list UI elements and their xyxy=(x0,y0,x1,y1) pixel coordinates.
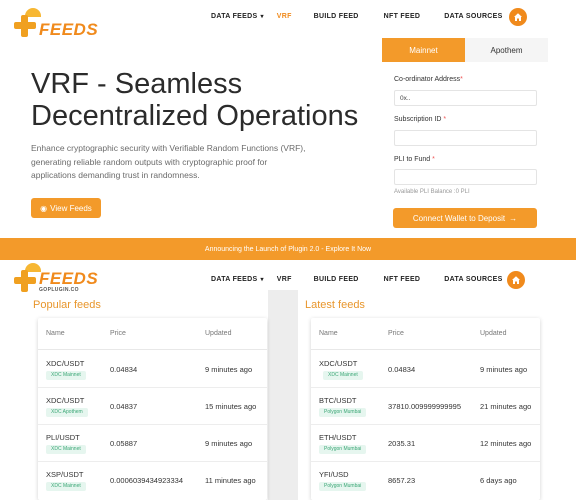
arrow-right-icon: → xyxy=(509,213,518,223)
home-button[interactable] xyxy=(507,271,525,289)
main-nav: DATA FEEDS ▾ VRF BUILD FEED NFT FEED DATA… xyxy=(211,13,503,20)
coordinator-address-input[interactable]: 0x.. xyxy=(394,90,537,106)
latest-feeds-table: Name Price Updated XDC/USDT XDC Mainnet … xyxy=(311,318,540,500)
tab-mainnet[interactable]: Mainnet xyxy=(382,38,465,62)
network-badge: XDC Mainnet xyxy=(323,371,363,380)
home-icon xyxy=(514,13,522,21)
table-row[interactable]: XSP/USDT XDC Mainnet 0.0006039434923334 … xyxy=(38,462,267,499)
network-badge: Polygon Mumbai xyxy=(319,408,367,417)
feed-pair: YFI/USD xyxy=(319,470,349,479)
announcement-banner[interactable]: Announcing the Launch of Plugin 2.0 - Ex… xyxy=(0,238,576,260)
logo-bottom[interactable]: FEEDS GOPLUGIN.CO xyxy=(12,263,99,293)
logo-mark-icon xyxy=(12,263,41,293)
feed-updated: 15 minutes ago xyxy=(205,402,257,411)
nav-item-nft-feed[interactable]: NFT FEED xyxy=(384,276,421,283)
vrf-form-card: Mainnet Apothem Co-ordinator Address* 0x… xyxy=(382,38,548,234)
nav-item-data-sources[interactable]: DATA SOURCES xyxy=(444,276,502,283)
column-header-name: Name xyxy=(46,330,65,337)
latest-feeds-title: Latest feeds xyxy=(305,299,365,311)
column-header-updated: Updated xyxy=(205,330,232,337)
feed-pair: PLI/USDT xyxy=(46,433,80,442)
home-icon xyxy=(512,276,520,284)
view-feeds-button[interactable]: ◉ View Feeds xyxy=(31,198,101,218)
popular-feeds-table: Name Price Updated XDC/USDT XDC Mainnet … xyxy=(38,318,267,500)
feed-price: 8657.23 xyxy=(388,476,416,485)
network-badge: XDC Apothem xyxy=(46,408,88,417)
logo-text: FEEDS xyxy=(39,20,99,39)
subscription-label: Subscription ID * xyxy=(394,116,447,123)
logo[interactable]: FEEDS xyxy=(12,8,99,39)
page-title: VRF - Seamless Decentralized Operations xyxy=(31,68,359,132)
feed-pair: XSP/USDT xyxy=(46,470,84,479)
nav-item-data-sources[interactable]: DATA SOURCES xyxy=(444,13,502,20)
feed-price: 37810.009999999995 xyxy=(388,402,461,411)
column-header-updated: Updated xyxy=(480,330,507,337)
table-row[interactable]: XDC/USDT XDC Mainnet 0.04834 9 minutes a… xyxy=(311,351,540,388)
chevron-down-icon: ▾ xyxy=(260,277,264,283)
chevron-down-icon: ▾ xyxy=(260,14,264,20)
nav-item-data-feeds[interactable]: DATA FEEDS ▾ xyxy=(211,13,264,20)
logo-text: FEEDS xyxy=(39,269,99,288)
feed-price: 0.04834 xyxy=(110,365,138,374)
pli-balance-text: Available PLI Balance :0 PLI xyxy=(394,189,470,195)
coordinator-label: Co-ordinator Address* xyxy=(394,76,463,83)
nav-item-data-feeds[interactable]: DATA FEEDS ▾ xyxy=(211,276,264,283)
feed-pair: ETH/USDT xyxy=(319,433,357,442)
column-header-price: Price xyxy=(110,330,126,337)
network-badge: XDC Mainnet xyxy=(46,445,86,454)
logo-subtext: GOPLUGIN.CO xyxy=(39,287,79,293)
feed-pair: BTC/USDT xyxy=(319,396,357,405)
feed-price: 2035.31 xyxy=(388,439,416,448)
table-header: Name Price Updated xyxy=(38,318,267,350)
column-header-price: Price xyxy=(388,330,404,337)
feed-updated: 21 minutes ago xyxy=(480,402,532,411)
feed-updated: 9 minutes ago xyxy=(480,365,528,374)
feed-pair: XDC/USDT xyxy=(46,359,85,368)
nav-item-build-feed[interactable]: BUILD FEED xyxy=(314,276,359,283)
home-button[interactable] xyxy=(509,8,527,26)
feed-price: 0.05887 xyxy=(110,439,138,448)
pli-fund-label: PLI to Fund * xyxy=(394,156,435,163)
table-row[interactable]: PLI/USDT XDC Mainnet 0.05887 9 minutes a… xyxy=(38,425,267,462)
feed-pair: XDC/USDT xyxy=(319,359,358,368)
feed-updated: 12 minutes ago xyxy=(480,439,532,448)
table-row[interactable]: ETH/USDT Polygon Mumbai 2035.31 12 minut… xyxy=(311,425,540,462)
subscription-id-input[interactable] xyxy=(394,130,537,146)
background-shade xyxy=(268,290,298,500)
feed-updated: 6 days ago xyxy=(480,476,517,485)
nav-item-build-feed[interactable]: BUILD FEED xyxy=(314,13,359,20)
table-row[interactable]: XDC/USDT XDC Apothem 0.04837 15 minutes … xyxy=(38,388,267,425)
feed-price: 0.0006039434923334 xyxy=(110,476,183,485)
secondary-nav: DATA FEEDS ▾ VRF BUILD FEED NFT FEED DATA… xyxy=(211,276,503,283)
table-header: Name Price Updated xyxy=(311,318,540,350)
eye-icon: ◉ xyxy=(40,203,48,213)
popular-feeds-title: Popular feeds xyxy=(33,299,101,311)
logo-mark-icon xyxy=(12,8,41,38)
hero-description: Enhance cryptographic security with Veri… xyxy=(31,143,306,180)
feed-price: 0.04837 xyxy=(110,402,138,411)
connect-wallet-button[interactable]: Connect Wallet to Deposit → xyxy=(393,208,537,228)
nav-item-vrf[interactable]: VRF xyxy=(277,276,292,283)
column-header-name: Name xyxy=(319,330,338,337)
feed-price: 0.04834 xyxy=(388,365,416,374)
tab-apothem[interactable]: Apothem xyxy=(465,38,548,62)
nav-item-nft-feed[interactable]: NFT FEED xyxy=(384,13,421,20)
network-badge: XDC Mainnet xyxy=(46,371,86,380)
network-badge: Polygon Mumbai xyxy=(319,482,367,491)
nav-item-vrf[interactable]: VRF xyxy=(277,13,292,20)
network-badge: Polygon Mumbai xyxy=(319,445,367,454)
feed-updated: 9 minutes ago xyxy=(205,365,253,374)
feed-pair: XDC/USDT xyxy=(46,396,85,405)
feed-updated: 9 minutes ago xyxy=(205,439,253,448)
network-badge: XDC Mainnet xyxy=(46,482,86,491)
table-row[interactable]: BTC/USDT Polygon Mumbai 37810.0099999999… xyxy=(311,388,540,425)
feed-updated: 11 minutes ago xyxy=(205,476,256,485)
table-row[interactable]: YFI/USD Polygon Mumbai 8657.23 6 days ag… xyxy=(311,462,540,499)
table-row[interactable]: XDC/USDT XDC Mainnet 0.04834 9 minutes a… xyxy=(38,351,267,388)
pli-fund-input[interactable] xyxy=(394,169,537,185)
